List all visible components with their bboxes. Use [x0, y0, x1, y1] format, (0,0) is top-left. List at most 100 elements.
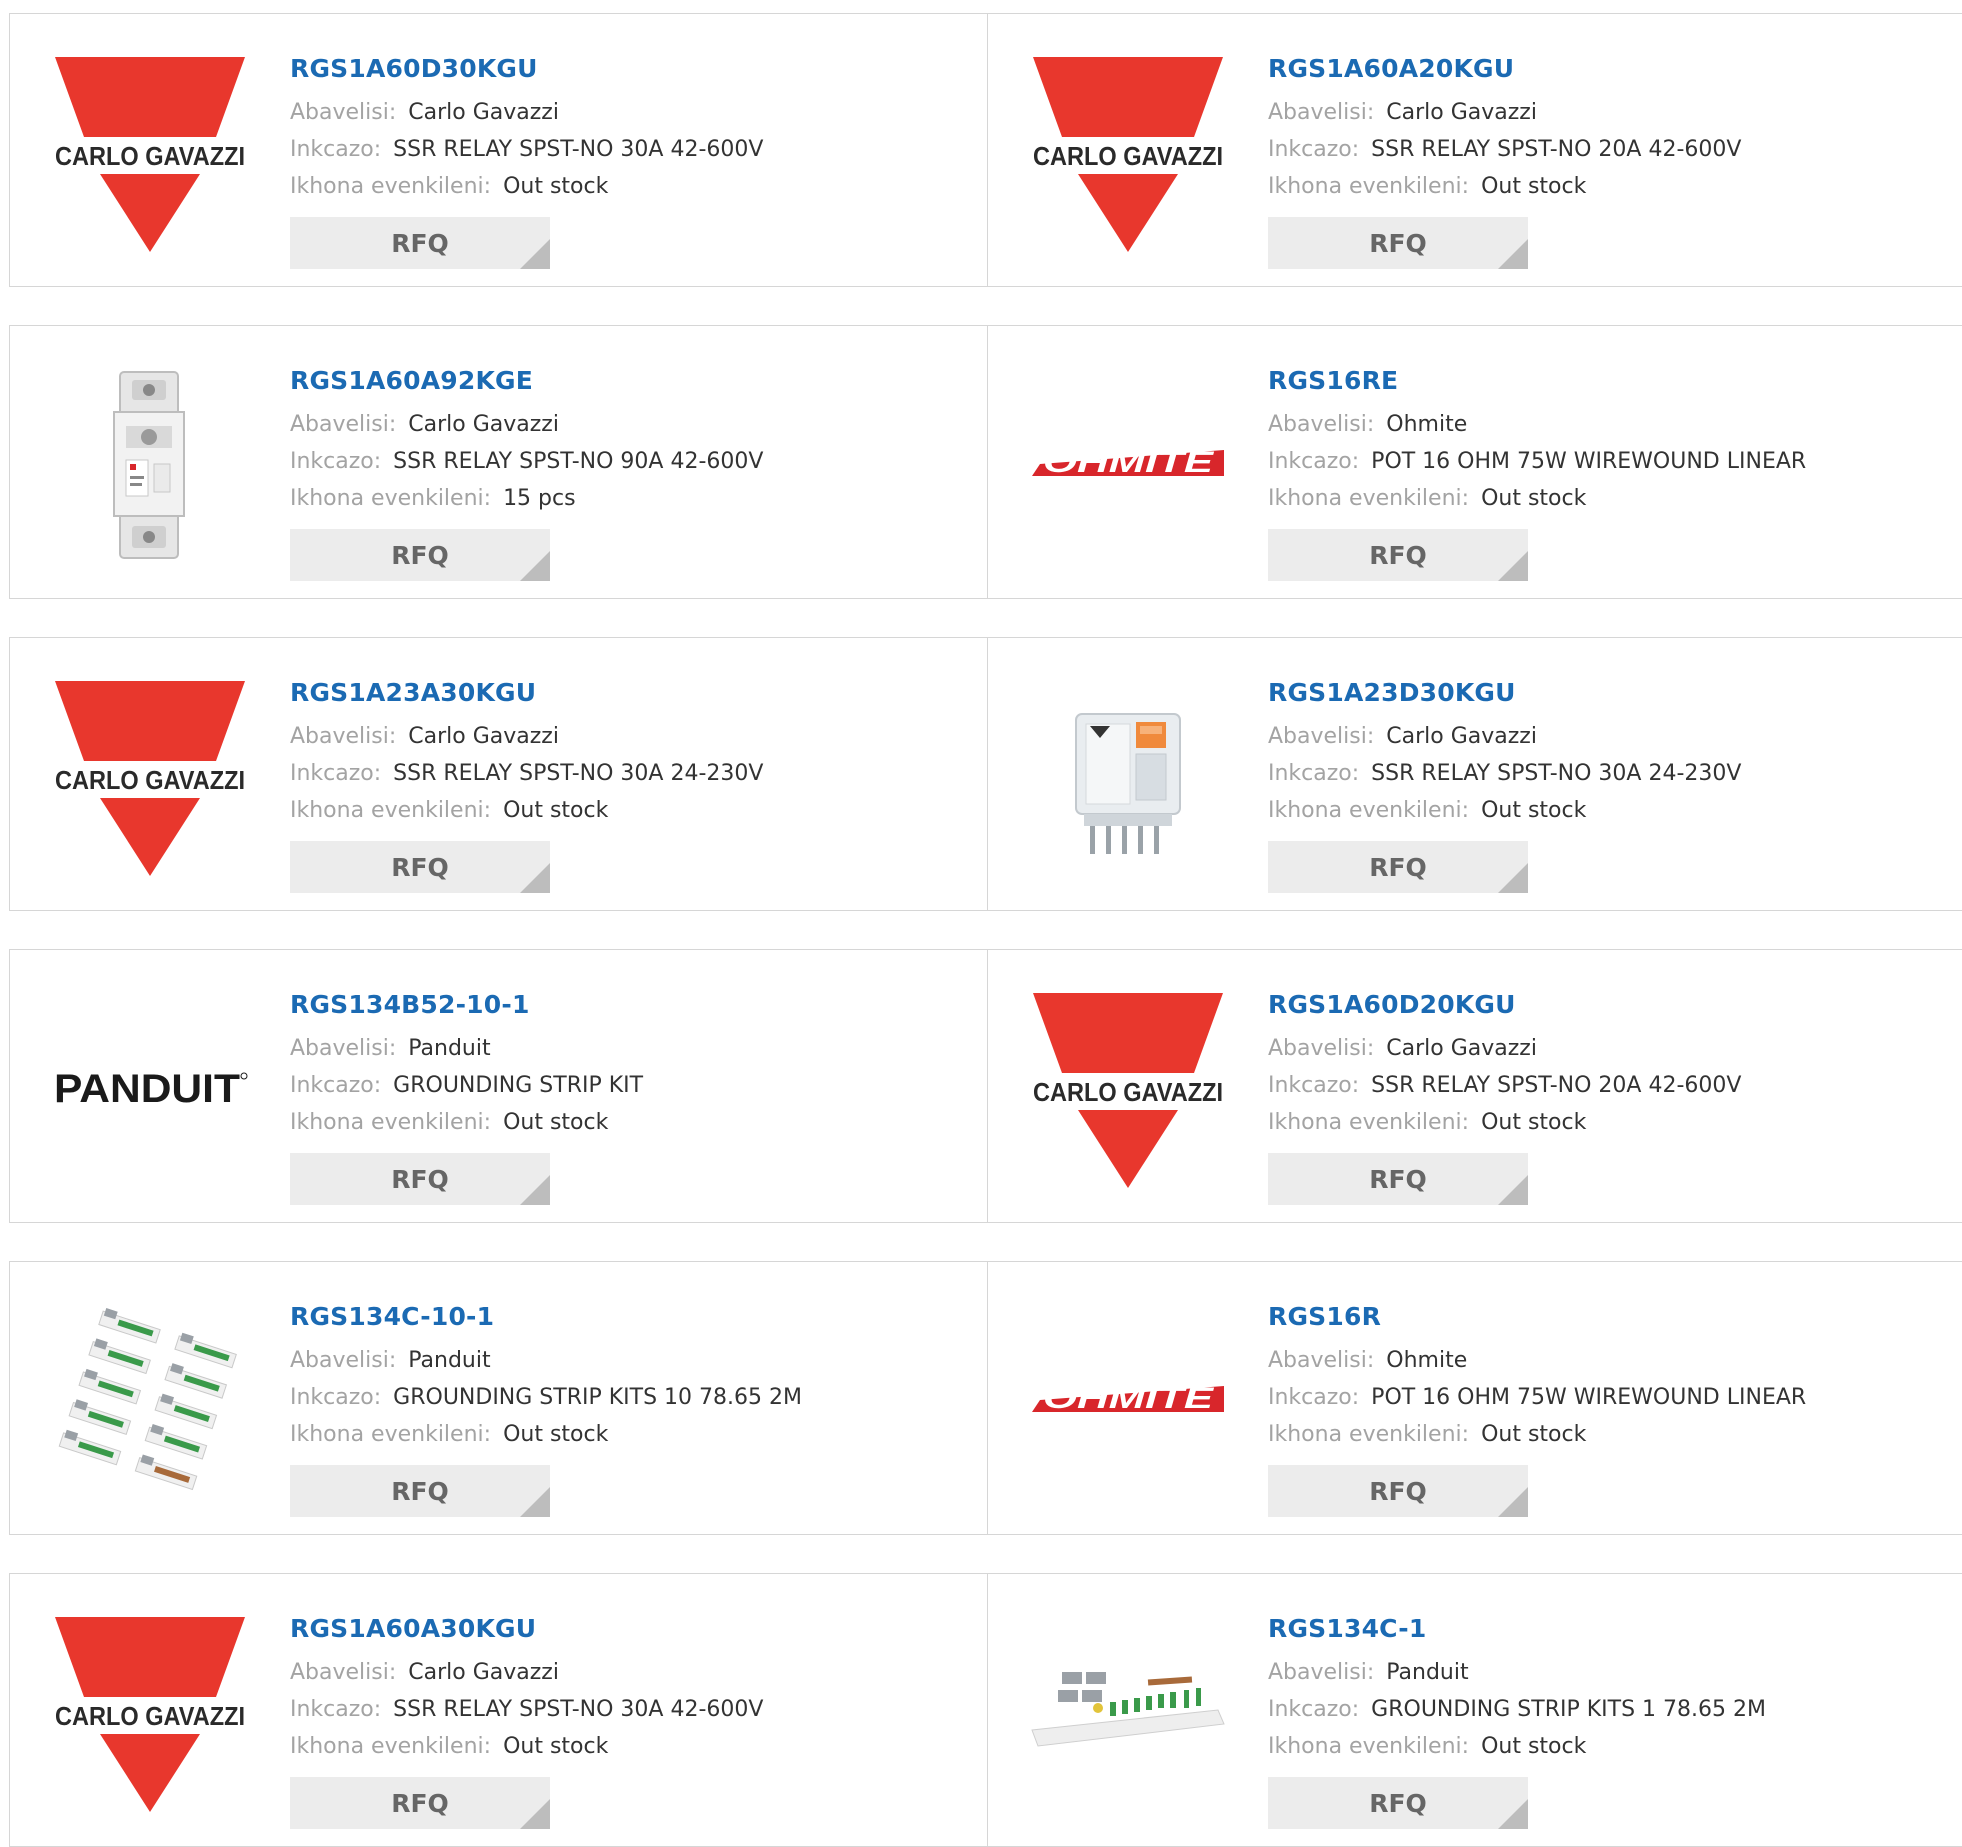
- manufacturer-value: Carlo Gavazzi: [408, 412, 559, 437]
- part-number-link[interactable]: RGS134B52-10-1: [290, 990, 643, 1020]
- manufacturer-label: Abavelisi:: [1268, 100, 1375, 125]
- manufacturer-row: Abavelisi: Carlo Gavazzi: [290, 718, 763, 755]
- corner-triangle-icon: [520, 551, 550, 581]
- description-row: Inkcazo: GROUNDING STRIP KITS 10 78.65 2M: [290, 1379, 802, 1416]
- stock-row: Ikhona evenkileni: Out stock: [1268, 480, 1806, 517]
- product-image[interactable]: CARLO GAVAZZI: [1028, 988, 1228, 1188]
- product-image[interactable]: [1028, 676, 1228, 876]
- manufacturer-row: Abavelisi: Panduit: [290, 1342, 802, 1379]
- part-number-link[interactable]: RGS16R: [1268, 1302, 1806, 1332]
- manufacturer-value: Carlo Gavazzi: [408, 724, 559, 749]
- corner-triangle-icon: [1498, 863, 1528, 893]
- description-label: Inkcazo:: [1268, 1697, 1360, 1722]
- part-number-link[interactable]: RGS16RE: [1268, 366, 1806, 396]
- description-row: Inkcazo: SSR RELAY SPST-NO 20A 42-600V: [1268, 131, 1741, 168]
- manufacturer-row: Abavelisi: Ohmite: [1268, 1342, 1806, 1379]
- rfq-button[interactable]: RFQ: [1268, 217, 1528, 269]
- stock-value: 15 pcs: [503, 486, 576, 511]
- description-label: Inkcazo:: [290, 449, 382, 474]
- product-image[interactable]: OHMITE: [1028, 364, 1228, 564]
- corner-triangle-icon: [1498, 1487, 1528, 1517]
- product-image[interactable]: OHMITE: [1028, 1300, 1228, 1500]
- rfq-button[interactable]: RFQ: [290, 529, 550, 581]
- description-label: Inkcazo:: [1268, 449, 1360, 474]
- rfq-button[interactable]: RFQ: [290, 1465, 550, 1517]
- description-row: Inkcazo: SSR RELAY SPST-NO 30A 42-600V: [290, 1691, 763, 1728]
- manufacturer-label: Abavelisi:: [1268, 1348, 1375, 1373]
- part-number-link[interactable]: RGS1A23D30KGU: [1268, 678, 1741, 708]
- product-image[interactable]: PANDUIT: [50, 988, 250, 1188]
- manufacturer-label: Abavelisi:: [290, 1660, 397, 1685]
- panduit-logo-text: PANDUIT: [54, 1067, 240, 1111]
- product-image[interactable]: CARLO GAVAZZI: [50, 676, 250, 876]
- rfq-button-label: RFQ: [1369, 1476, 1427, 1506]
- manufacturer-value: Panduit: [408, 1036, 491, 1061]
- stock-row: Ikhona evenkileni: Out stock: [1268, 1416, 1806, 1453]
- product-image[interactable]: [50, 364, 250, 564]
- description-row: Inkcazo: GROUNDING STRIP KIT: [290, 1067, 643, 1104]
- manufacturer-label: Abavelisi:: [1268, 1036, 1375, 1061]
- stock-value: Out stock: [1481, 486, 1587, 511]
- description-label: Inkcazo:: [290, 1073, 382, 1098]
- stock-row: Ikhona evenkileni: Out stock: [1268, 792, 1741, 829]
- carlo-gavazzi-logo-icon: CARLO GAVAZZI: [55, 681, 245, 876]
- svg-text:CARLO GAVAZZI: CARLO GAVAZZI: [55, 765, 245, 795]
- product-card: OHMITE RGS16R Abavelisi: Ohmite Inkcazo: P…: [987, 1261, 1962, 1535]
- part-number-link[interactable]: RGS1A60D30KGU: [290, 54, 763, 84]
- product-image[interactable]: CARLO GAVAZZI: [50, 1612, 250, 1812]
- svg-text:CARLO GAVAZZI: CARLO GAVAZZI: [55, 1701, 245, 1731]
- description-row: Inkcazo: SSR RELAY SPST-NO 20A 42-600V: [1268, 1067, 1741, 1104]
- stock-value: Out stock: [503, 174, 609, 199]
- part-number-link[interactable]: RGS1A60A92KGE: [290, 366, 763, 396]
- description-value: SSR RELAY SPST-NO 30A 24-230V: [393, 761, 764, 786]
- description-label: Inkcazo:: [290, 761, 382, 786]
- grounding-strip-kit-photo-icon: [1031, 1672, 1225, 1747]
- rfq-button[interactable]: RFQ: [290, 1777, 550, 1829]
- stock-row: Ikhona evenkileni: Out stock: [290, 1728, 763, 1765]
- description-value: SSR RELAY SPST-NO 20A 42-600V: [1371, 1073, 1742, 1098]
- product-image[interactable]: CARLO GAVAZZI: [1028, 52, 1228, 252]
- product-image[interactable]: CARLO GAVAZZI: [50, 52, 250, 252]
- rfq-button-label: RFQ: [391, 228, 449, 258]
- part-number-link[interactable]: RGS1A23A30KGU: [290, 678, 763, 708]
- rfq-button[interactable]: RFQ: [1268, 1465, 1528, 1517]
- rfq-button[interactable]: RFQ: [290, 217, 550, 269]
- rfq-button-label: RFQ: [391, 852, 449, 882]
- rfq-button[interactable]: RFQ: [1268, 529, 1528, 581]
- corner-triangle-icon: [1498, 239, 1528, 269]
- rfq-button[interactable]: RFQ: [1268, 1153, 1528, 1205]
- product-image[interactable]: [50, 1300, 250, 1500]
- product-card: CARLO GAVAZZI RGS1A23A30KGU Abavelisi: Ca…: [9, 637, 989, 911]
- description-label: Inkcazo:: [1268, 761, 1360, 786]
- svg-text:CARLO GAVAZZI: CARLO GAVAZZI: [55, 141, 245, 171]
- part-number-link[interactable]: RGS1A60A30KGU: [290, 1614, 763, 1644]
- part-number-link[interactable]: RGS134C-10-1: [290, 1302, 802, 1332]
- panduit-logo-icon: PANDUIT: [54, 1067, 248, 1111]
- rfq-button[interactable]: RFQ: [290, 1153, 550, 1205]
- rfq-button-label: RFQ: [391, 1788, 449, 1818]
- rfq-button[interactable]: RFQ: [1268, 1777, 1528, 1829]
- part-number-link[interactable]: RGS1A60A20KGU: [1268, 54, 1741, 84]
- description-value: SSR RELAY SPST-NO 20A 42-600V: [1371, 137, 1742, 162]
- description-label: Inkcazo:: [290, 1385, 382, 1410]
- stock-label: Ikhona evenkileni:: [1268, 1734, 1470, 1759]
- part-number-link[interactable]: RGS1A60D20KGU: [1268, 990, 1741, 1020]
- stock-label: Ikhona evenkileni:: [290, 486, 492, 511]
- part-number-link[interactable]: RGS134C-1: [1268, 1614, 1766, 1644]
- manufacturer-label: Abavelisi:: [290, 1348, 397, 1373]
- stock-row: Ikhona evenkileni: Out stock: [290, 1416, 802, 1453]
- description-value: GROUNDING STRIP KITS 1 78.65 2M: [1371, 1697, 1767, 1722]
- rfq-button-label: RFQ: [1369, 1164, 1427, 1194]
- description-row: Inkcazo: GROUNDING STRIP KITS 1 78.65 2M: [1268, 1691, 1766, 1728]
- rfq-button[interactable]: RFQ: [1268, 841, 1528, 893]
- manufacturer-value: Panduit: [408, 1348, 491, 1373]
- product-image[interactable]: [1028, 1612, 1228, 1812]
- description-value: GROUNDING STRIP KITS 10 78.65 2M: [393, 1385, 802, 1410]
- rfq-button[interactable]: RFQ: [290, 841, 550, 893]
- stock-value: Out stock: [1481, 174, 1587, 199]
- description-value: SSR RELAY SPST-NO 90A 42-600V: [393, 449, 764, 474]
- description-value: SSR RELAY SPST-NO 30A 42-600V: [393, 137, 764, 162]
- plug-in-relay-photo-icon: [1075, 713, 1181, 854]
- manufacturer-label: Abavelisi:: [290, 100, 397, 125]
- stock-label: Ikhona evenkileni:: [1268, 1422, 1470, 1447]
